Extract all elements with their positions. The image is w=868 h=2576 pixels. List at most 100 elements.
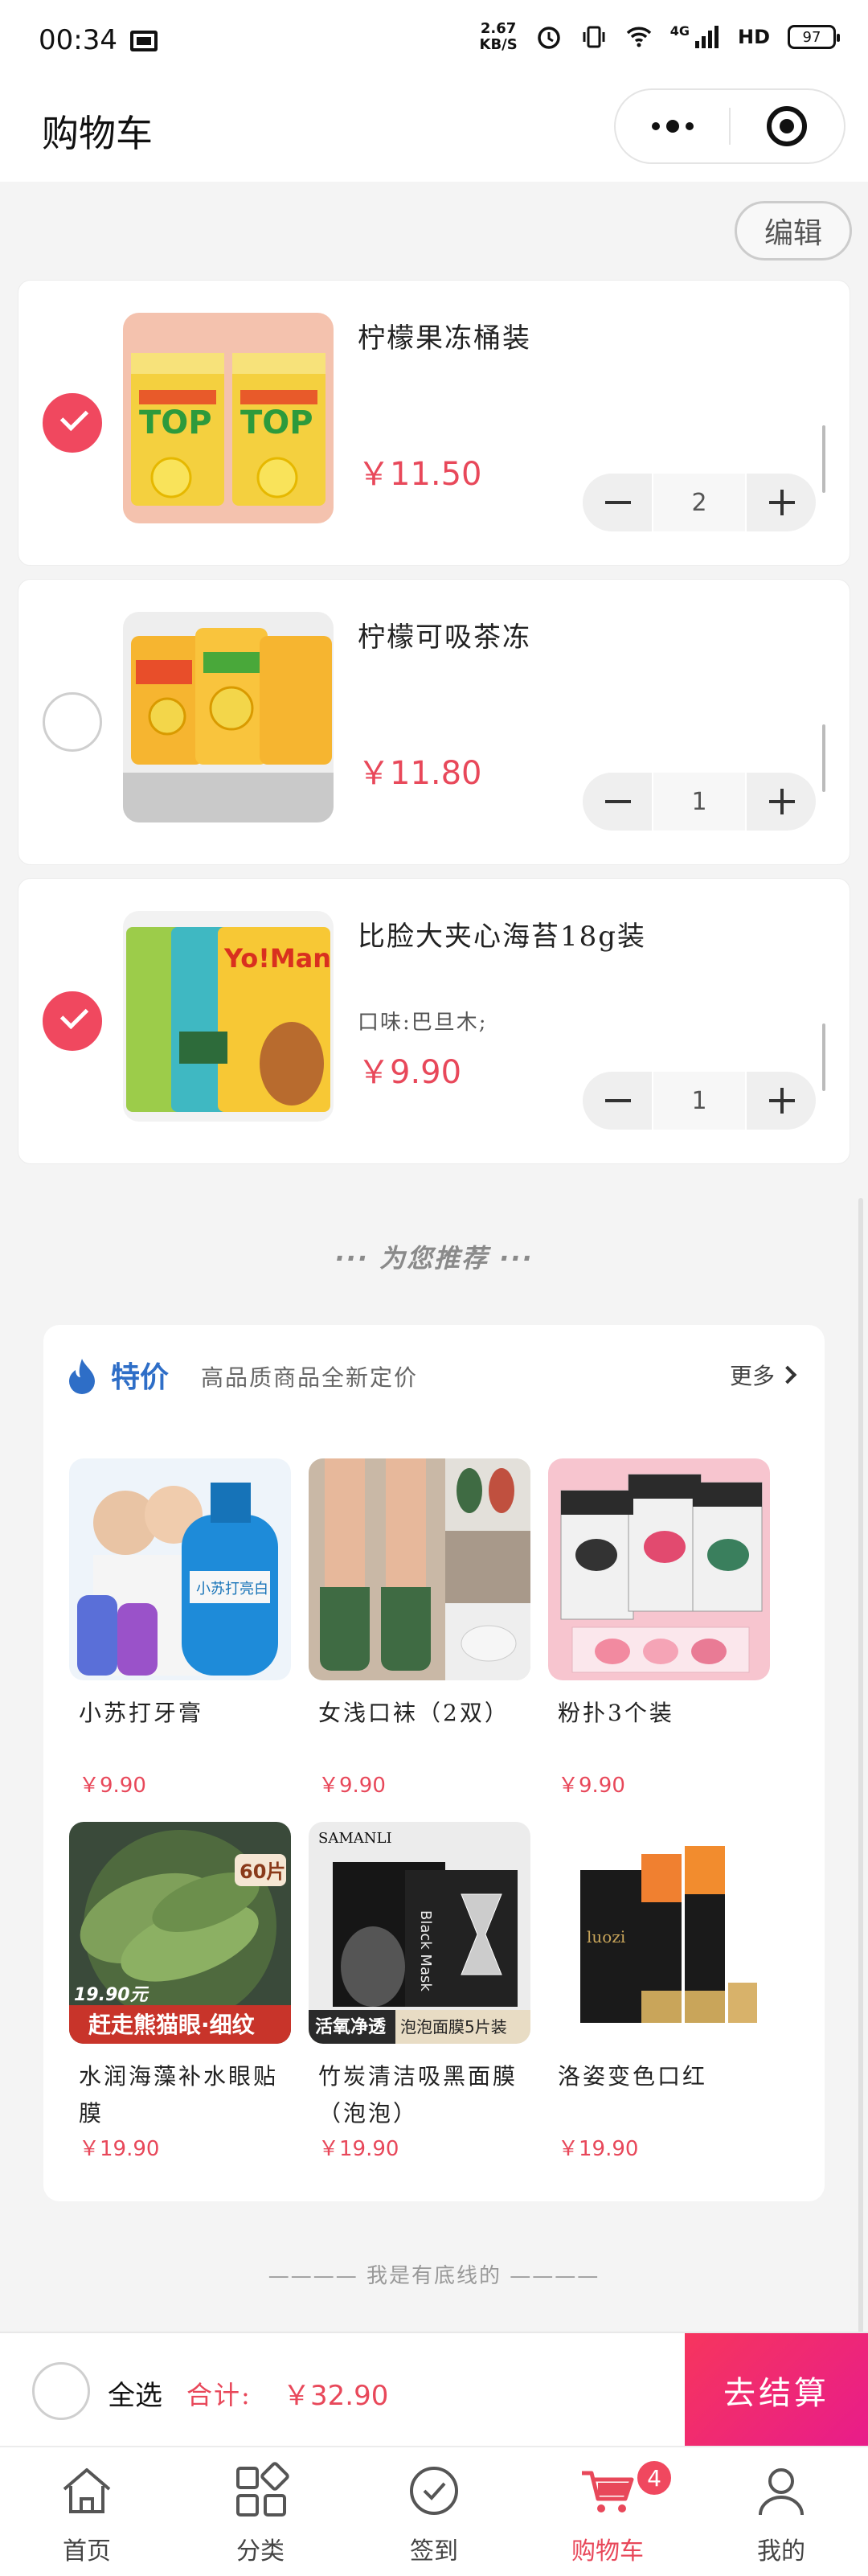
svg-text:luozi: luozi — [587, 1927, 625, 1946]
tab-cart[interactable]: 4 购物车 — [521, 2447, 694, 2576]
item-name[interactable]: 柠檬果冻桶装 — [358, 316, 531, 355]
recommend-subtitle: 高品质商品全新定价 — [201, 1364, 419, 1391]
product-price: ￥19.90 — [558, 2137, 639, 2161]
target-icon — [767, 106, 808, 146]
product-card[interactable]: SAMANLI Black Mask 活氧净透 泡泡面膜5片装 竹炭清洁吸黑面膜… — [309, 1822, 530, 2162]
tab-label: 购物车 — [571, 2537, 644, 2566]
item-price: ￥9.90 — [358, 1054, 462, 1091]
product-card[interactable]: luozi 洛姿变色口红 ￥19.90 — [548, 1822, 770, 2162]
product-image[interactable]: SAMANLI Black Mask 活氧净透 泡泡面膜5片装 — [309, 1822, 530, 2044]
cart-item: Yo!Man 比脸大夹心海苔18g装 口味:巴旦木; ￥9.90 1 — [18, 878, 850, 1164]
increase-button[interactable] — [747, 474, 816, 531]
page-title: 购物车 — [42, 112, 153, 155]
svg-text:Yo!Man: Yo!Man — [223, 943, 331, 974]
svg-text:赶走熊猫眼·细纹: 赶走熊猫眼·细纹 — [88, 2012, 256, 2038]
user-icon — [759, 2468, 804, 2516]
tab-profile[interactable]: 我的 — [694, 2447, 868, 2576]
svg-text:小苏打亮白: 小苏打亮白 — [196, 1581, 268, 1598]
navigation-bar: 购物车 — [0, 85, 868, 182]
svg-text:TOP: TOP — [139, 404, 212, 441]
end-of-list-text: ———— 我是有底线的 ———— — [268, 2264, 600, 2288]
product-name[interactable]: 小苏打牙膏 — [69, 1695, 291, 1769]
status-time: 00:34 — [39, 24, 117, 56]
check-in-icon — [410, 2467, 458, 2515]
decrease-button[interactable] — [583, 773, 652, 831]
product-image[interactable]: luozi — [548, 1822, 770, 2044]
select-all-checkbox[interactable] — [32, 2362, 90, 2420]
item-price: ￥11.50 — [358, 456, 482, 493]
product-card[interactable]: 60片 19.90元 赶走熊猫眼·细纹 水润海藻补水眼贴膜 ￥19.90 — [69, 1822, 291, 2162]
quantity-stepper: 1 — [583, 773, 816, 831]
tab-bar: 首页 分类 签到 4 购物车 我的 — [0, 2446, 868, 2576]
product-price: ￥9.90 — [558, 1774, 625, 1798]
quantity-stepper: 2 — [583, 474, 816, 531]
tab-label: 首页 — [63, 2537, 111, 2566]
status-icons: 2.67 KB/S 4G HD 97 — [480, 21, 840, 53]
product-name[interactable]: 粉扑3个装 — [548, 1695, 770, 1769]
quantity-value[interactable]: 1 — [652, 773, 747, 831]
tab-category[interactable]: 分类 — [174, 2447, 347, 2576]
svg-text:活氧净透: 活氧净透 — [315, 2016, 387, 2037]
item-price: ￥11.80 — [358, 755, 482, 792]
alarm-icon — [537, 27, 560, 49]
total-value: ￥32.90 — [283, 2380, 389, 2412]
checkout-button[interactable]: 去结算 — [685, 2333, 868, 2447]
decrease-button[interactable] — [583, 1072, 652, 1130]
total-label: 合计: — [186, 2380, 252, 2410]
product-image[interactable]: 小苏打亮白 — [69, 1458, 291, 1680]
more-link[interactable]: 更多 — [730, 1359, 797, 1391]
item-checkbox[interactable] — [43, 393, 102, 453]
cart-count-badge: 4 — [635, 2459, 674, 2497]
item-name[interactable]: 比脸大夹心海苔18g装 — [358, 914, 646, 954]
svg-text:泡泡面膜5片装: 泡泡面膜5片装 — [400, 2017, 507, 2037]
product-name[interactable]: 竹炭清洁吸黑面膜（泡泡） — [309, 2058, 530, 2132]
increase-button[interactable] — [747, 773, 816, 831]
product-name[interactable]: 水润海藻补水眼贴膜 — [69, 2058, 291, 2132]
item-checkbox[interactable] — [43, 692, 102, 752]
cart-item: TOP TOP 柠檬果冻桶装 ￥11.50 2 — [18, 280, 850, 566]
message-notification-icon — [130, 31, 158, 51]
quantity-stepper: 1 — [583, 1072, 816, 1130]
product-image[interactable]: Yo!Man — [123, 911, 334, 1122]
product-price: ￥9.90 — [318, 1774, 386, 1798]
quantity-value[interactable]: 1 — [652, 1072, 747, 1130]
svg-text:60片: 60片 — [240, 1860, 285, 1883]
product-image[interactable]: 60片 19.90元 赶走熊猫眼·细纹 — [69, 1822, 291, 2044]
item-checkbox[interactable] — [43, 991, 102, 1051]
product-card[interactable]: 女浅口袜（2双） ￥9.90 — [309, 1458, 530, 1799]
hd-indicator: HD — [737, 26, 770, 48]
decrease-button[interactable] — [583, 474, 652, 531]
wifi-icon — [626, 27, 651, 47]
network-speed-value: 2.67 — [480, 20, 517, 37]
product-price: ￥9.90 — [79, 1774, 146, 1798]
item-name[interactable]: 柠檬可吸茶冻 — [358, 615, 531, 654]
recommend-heading: ··· 为您推荐 ··· — [334, 1243, 534, 1274]
tab-label: 分类 — [236, 2537, 285, 2566]
select-all-label[interactable]: 全选 — [108, 2373, 162, 2413]
network-type: 4G — [669, 23, 690, 39]
status-bar: 00:34 2.67 KB/S 4G HD 97 — [0, 0, 868, 85]
mini-program-capsule — [614, 88, 845, 164]
signal-icon — [694, 26, 719, 48]
increase-button[interactable] — [747, 1072, 816, 1130]
product-name[interactable]: 洛姿变色口红 — [548, 2058, 770, 2132]
network-speed: 2.67 KB/S — [480, 21, 518, 53]
network-speed-unit: KB/S — [479, 36, 518, 53]
product-image[interactable]: TOP TOP — [123, 313, 334, 523]
product-image[interactable] — [309, 1458, 530, 1680]
product-card[interactable]: 粉扑3个装 ￥9.90 — [548, 1458, 770, 1799]
product-card[interactable]: 小苏打亮白 小苏打牙膏 ￥9.90 — [69, 1458, 291, 1799]
tab-check-in[interactable]: 签到 — [347, 2447, 521, 2576]
cart-item: 柠檬可吸茶冻 ￥11.80 1 — [18, 579, 850, 865]
product-image[interactable] — [123, 612, 334, 822]
quantity-value[interactable]: 2 — [652, 474, 747, 531]
product-name[interactable]: 女浅口袜（2双） — [309, 1695, 530, 1769]
recommend-section: 特价 高品质商品全新定价 更多 小苏打亮白 小苏打牙膏 ￥9.90 女浅口袜（2… — [43, 1325, 825, 2201]
edit-button[interactable]: 编辑 — [735, 201, 852, 260]
cart-icon — [582, 2471, 634, 2512]
close-mini-program-button[interactable] — [731, 106, 844, 146]
vibrate-icon — [583, 26, 605, 48]
tab-home[interactable]: 首页 — [0, 2447, 174, 2576]
product-image[interactable] — [548, 1458, 770, 1680]
more-menu-button[interactable] — [616, 120, 729, 133]
